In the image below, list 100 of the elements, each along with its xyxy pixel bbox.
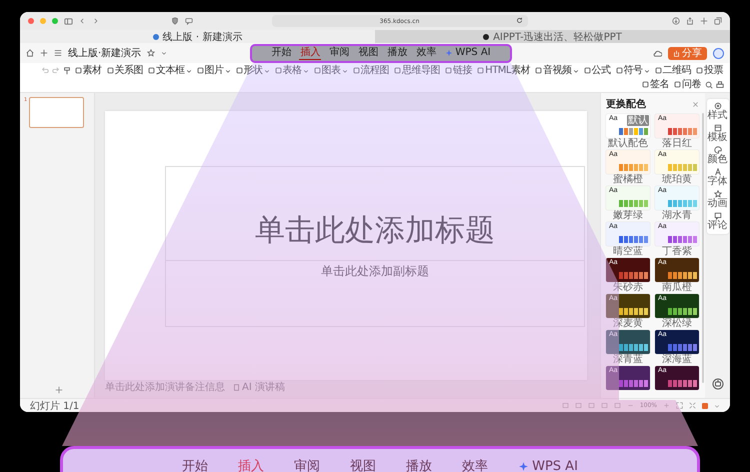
reload-icon[interactable] [516, 17, 522, 24]
rail-button[interactable]: 模板 [708, 124, 728, 143]
toolbar-button[interactable]: 关系图 [106, 64, 144, 77]
caret-icon[interactable] [161, 50, 168, 56]
plus-icon[interactable] [55, 386, 63, 394]
tabs-icon[interactable] [714, 17, 722, 25]
zoomed-tab-label: 开始 [182, 458, 208, 472]
browser-tab[interactable]: 线上版 · 新建演示 [20, 30, 375, 43]
default-badge: 默认 [627, 115, 649, 126]
home-icon[interactable] [26, 49, 34, 57]
theme-name: 晴空蓝 [613, 246, 643, 258]
layout-icon [714, 124, 722, 132]
zoomed-tab-label: 审阅 [294, 458, 320, 472]
paint-icon [714, 146, 722, 154]
robot-icon[interactable] [712, 378, 724, 390]
square-icon [616, 67, 622, 74]
slide-counter: 幻灯片 1/1 [30, 400, 80, 412]
share-icon [673, 50, 680, 56]
theme-name: 湖水青 [662, 210, 692, 222]
toolbar-button[interactable]: 公式 [582, 64, 612, 77]
theme-name: 深海蓝 [662, 354, 692, 366]
search-icon[interactable] [705, 80, 713, 88]
undo-icon[interactable] [40, 66, 49, 74]
panel-title: 更换配色 [606, 98, 646, 111]
sparkle-icon [445, 48, 454, 56]
toolbar-button[interactable]: 投票 [695, 64, 724, 77]
square-icon [236, 67, 243, 74]
ribbon-tab[interactable]: WPS AI [444, 46, 492, 60]
theme-name: 落日红 [662, 138, 692, 150]
toolbar-button[interactable]: 图片 [196, 64, 232, 77]
caret-icon[interactable] [714, 402, 720, 408]
square-icon [642, 81, 649, 88]
print-icon[interactable] [716, 80, 724, 88]
theme-name: 嫩芽绿 [613, 210, 643, 222]
close-button[interactable] [692, 100, 699, 108]
toolbar-button[interactable]: 素材 [74, 64, 103, 77]
square-icon [196, 67, 204, 74]
chat-icon[interactable] [185, 17, 193, 25]
zoomed-tab-label: WPS AI [518, 450, 578, 472]
square-icon [696, 67, 703, 74]
shield-icon [171, 17, 179, 25]
square-icon [535, 67, 542, 74]
rail-button[interactable]: 颜色 [708, 146, 728, 165]
square-icon [654, 67, 662, 74]
zoomed-tab-label: 插入 [238, 458, 264, 472]
scrollbar[interactable] [702, 113, 704, 383]
square-icon [148, 67, 156, 74]
rail-button[interactable]: 样式 [708, 102, 728, 121]
close-button[interactable] [28, 18, 34, 24]
plus-icon[interactable] [40, 49, 48, 57]
browser-tab[interactable]: AIPPT-迅速出活、轻松做PPT [375, 30, 730, 43]
forward-icon[interactable] [92, 17, 99, 25]
theme-name: 深青蓝 [613, 354, 643, 366]
square-icon [106, 67, 114, 74]
back-icon[interactable] [79, 17, 86, 25]
ribbon-tab[interactable]: 审阅 [328, 46, 350, 60]
avatar[interactable] [713, 48, 724, 58]
theme-name: 深麦黄 [613, 318, 643, 330]
zoomed-tab-label: 效率 [462, 458, 488, 472]
menu-icon[interactable] [54, 49, 62, 57]
fullscreen-icon[interactable] [689, 402, 696, 409]
document-title[interactable]: 线上版·新建演示 [68, 46, 142, 60]
toolbar-button[interactable]: 问卷 [673, 78, 702, 91]
rail-button[interactable]: 动画 [708, 190, 728, 209]
toolbar-button[interactable]: 签名 [641, 78, 670, 91]
maximize-button[interactable] [52, 18, 58, 24]
plus-icon[interactable] [700, 17, 708, 25]
theme-name: 深松绿 [662, 318, 692, 330]
theme-name: 丁香紫 [662, 246, 692, 258]
ribbon-tab[interactable]: 效率 [415, 46, 438, 60]
cloud-icon [653, 48, 662, 58]
toolbar-button[interactable]: 符号 [614, 64, 650, 77]
comment-icon [714, 212, 722, 220]
theme-name: 琥珀黄 [662, 174, 692, 186]
theme-name: 南瓜橙 [662, 282, 692, 294]
toolbar-button[interactable]: 文本框 [147, 64, 193, 77]
letter-icon [714, 168, 722, 176]
toolbar-button[interactable]: 音视频 [534, 64, 580, 77]
theme-name: 蜜橘橙 [613, 174, 643, 186]
format-painter-icon[interactable] [62, 66, 71, 74]
toolbar-button[interactable]: 二维码 [654, 64, 692, 77]
rail-button[interactable]: 评论 [708, 212, 728, 231]
star-icon[interactable] [147, 49, 156, 57]
slide-thumbnail[interactable] [29, 97, 84, 128]
share-icon[interactable] [686, 17, 694, 25]
ribbon-tab[interactable]: 播放 [386, 46, 408, 60]
zoomed-tab-label: 视图 [350, 458, 376, 472]
zoomed-tab-label: 播放 [406, 458, 432, 472]
ribbon-tab[interactable]: 开始 [270, 46, 292, 60]
sidebar-icon[interactable] [64, 16, 73, 26]
square-icon [674, 81, 681, 88]
star-icon [714, 190, 722, 198]
theme-name: 默认配色 [608, 138, 648, 150]
rail-button[interactable]: 字体 [708, 168, 728, 187]
download-icon[interactable] [672, 17, 680, 25]
ribbon-tab[interactable]: 视图 [357, 46, 380, 60]
square-icon [584, 67, 590, 74]
sparkle-icon [518, 461, 530, 472]
square-icon [74, 67, 82, 74]
app-icon[interactable] [702, 402, 708, 408]
